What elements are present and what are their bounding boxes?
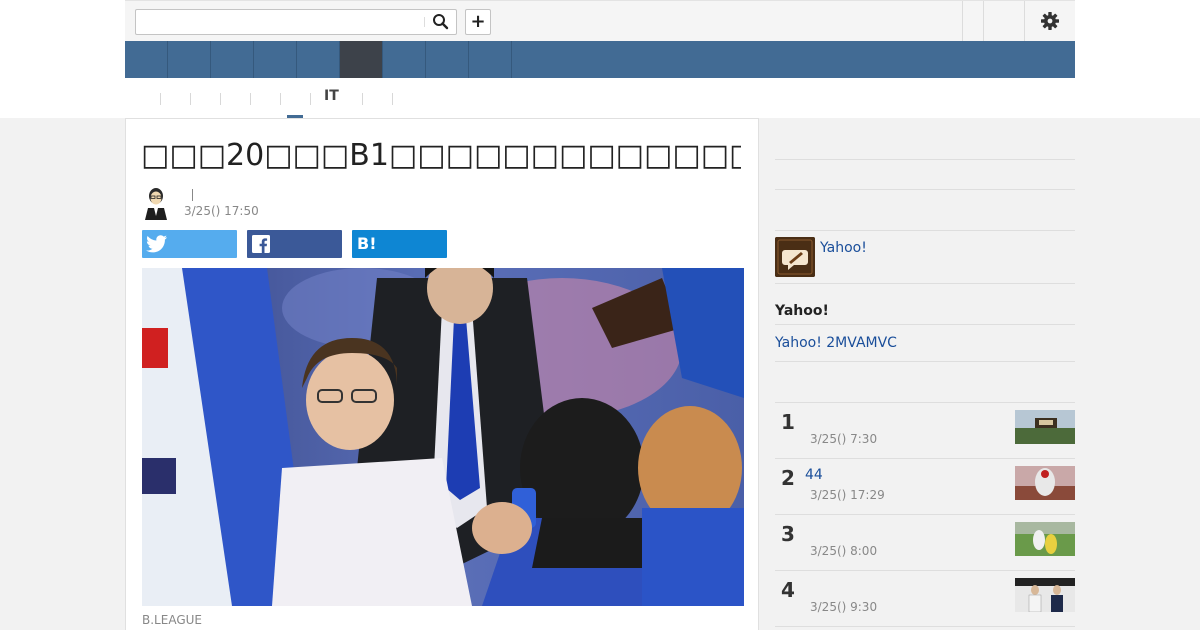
author-avatar-image: [142, 186, 170, 220]
ranking-thumbnail: [1015, 522, 1075, 556]
nav-tab-2[interactable]: [168, 41, 211, 78]
sidebar-divider: [775, 230, 1075, 231]
article-headline: □□□20□□□B1□□□□□□□□□□□□□□□□□□□□□□: [141, 138, 741, 173]
sidebar: Yahoo! Yahoo! Yahoo! 2MVAMVC 1 3/25() 7:…: [775, 118, 1075, 630]
sidebar-divider: [775, 283, 1075, 284]
twitter-share-button[interactable]: [142, 230, 237, 258]
ranking-thumbnail: [1015, 578, 1075, 612]
ranking-item[interactable]: 1 3/25() 7:30: [775, 402, 1075, 458]
gear-icon: [1041, 12, 1059, 30]
facebook-share-button[interactable]: [247, 230, 342, 258]
nav-tab-4[interactable]: [254, 41, 297, 78]
search-button[interactable]: [431, 13, 451, 31]
ranking-date: 3/25() 8:00: [810, 544, 878, 558]
header-divider: [962, 1, 963, 41]
search-icon: [433, 14, 449, 30]
subnav-separator: [160, 93, 161, 105]
nav-tab-7[interactable]: [383, 41, 426, 78]
baseball-pitcher-thumbnail: [1015, 466, 1075, 500]
ranking-item[interactable]: 2 44 3/25() 17:29: [775, 458, 1075, 514]
ranking-number: 2: [781, 466, 795, 490]
header-divider: [983, 1, 984, 41]
sidebar-divider: [775, 159, 1075, 160]
ranking-number: 1: [781, 410, 795, 434]
nav-tab-8[interactable]: [426, 41, 469, 78]
author-avatar[interactable]: [142, 186, 170, 220]
subnav-separator: [220, 93, 221, 105]
sub-nav: IT: [125, 78, 1075, 119]
nav-tab-9[interactable]: [469, 41, 512, 78]
search-input[interactable]: [136, 10, 424, 34]
author-separator: [192, 189, 193, 201]
search-divider: [424, 17, 425, 27]
ranking-number: 3: [781, 522, 795, 546]
article-card: □□□20□□□B1□□□□□□□□□□□□□□□□□□□□□□ 3/25() …: [125, 118, 759, 630]
speech-bubble-pen-icon: [775, 237, 815, 277]
ranking-title: 44: [805, 467, 823, 483]
top-header: +: [125, 0, 1075, 41]
subnav-separator: [280, 93, 281, 105]
yahoo-service-icon[interactable]: [775, 237, 815, 277]
subnav-separator: [250, 93, 251, 105]
ranking-date: 3/25() 7:30: [810, 432, 878, 446]
ranking-item[interactable]: 3 3/25() 8:00: [775, 514, 1075, 570]
article-photo[interactable]: [142, 268, 744, 606]
subnav-separator: [392, 93, 393, 105]
twitter-icon: [146, 235, 167, 253]
nav-tab-1[interactable]: [125, 41, 168, 78]
stadium-thumbnail: [1015, 410, 1075, 444]
subnav-separator: [190, 93, 191, 105]
subnav-item-it[interactable]: IT: [324, 88, 339, 108]
ranking-date: 3/25() 17:29: [810, 488, 885, 502]
article-date: 3/25() 17:50: [184, 204, 259, 218]
facebook-icon: [252, 235, 270, 253]
ranking-number: 4: [781, 578, 795, 602]
nav-tab-6-active[interactable]: [340, 41, 383, 78]
photo-caption: B.LEAGUE: [142, 613, 202, 627]
soccer-players-thumbnail: [1015, 522, 1075, 556]
ranking-date: 3/25() 9:30: [810, 600, 878, 614]
settings-button[interactable]: [1035, 9, 1065, 33]
nav-tab-5[interactable]: [297, 41, 340, 78]
header-divider: [1024, 1, 1025, 41]
add-button[interactable]: +: [465, 9, 491, 35]
sidebar-divider: [775, 189, 1075, 190]
ranking-thumbnail: [1015, 466, 1075, 500]
sidebar-divider: [775, 361, 1075, 362]
sidebar-promo-link[interactable]: Yahoo! 2MVAMVC: [775, 335, 897, 351]
sidebar-divider: [775, 324, 1075, 325]
two-men-thumbnail: [1015, 578, 1075, 612]
category-nav: [125, 41, 1075, 78]
sidebar-section-title: Yahoo!: [775, 303, 829, 319]
search-box: [135, 9, 457, 35]
subnav-separator: [310, 93, 311, 105]
hatena-bookmark-button[interactable]: B!: [352, 230, 447, 258]
ranking-item[interactable]: 4 3/25() 9:30: [775, 570, 1075, 626]
basketball-team-huddle-photo: [142, 268, 744, 606]
hatena-icon: B!: [357, 234, 377, 253]
ranking-divider: [775, 626, 1075, 627]
ranking-thumbnail: [1015, 410, 1075, 444]
subnav-separator: [362, 93, 363, 105]
nav-tab-3[interactable]: [211, 41, 254, 78]
yahoo-link[interactable]: Yahoo!: [820, 240, 867, 256]
